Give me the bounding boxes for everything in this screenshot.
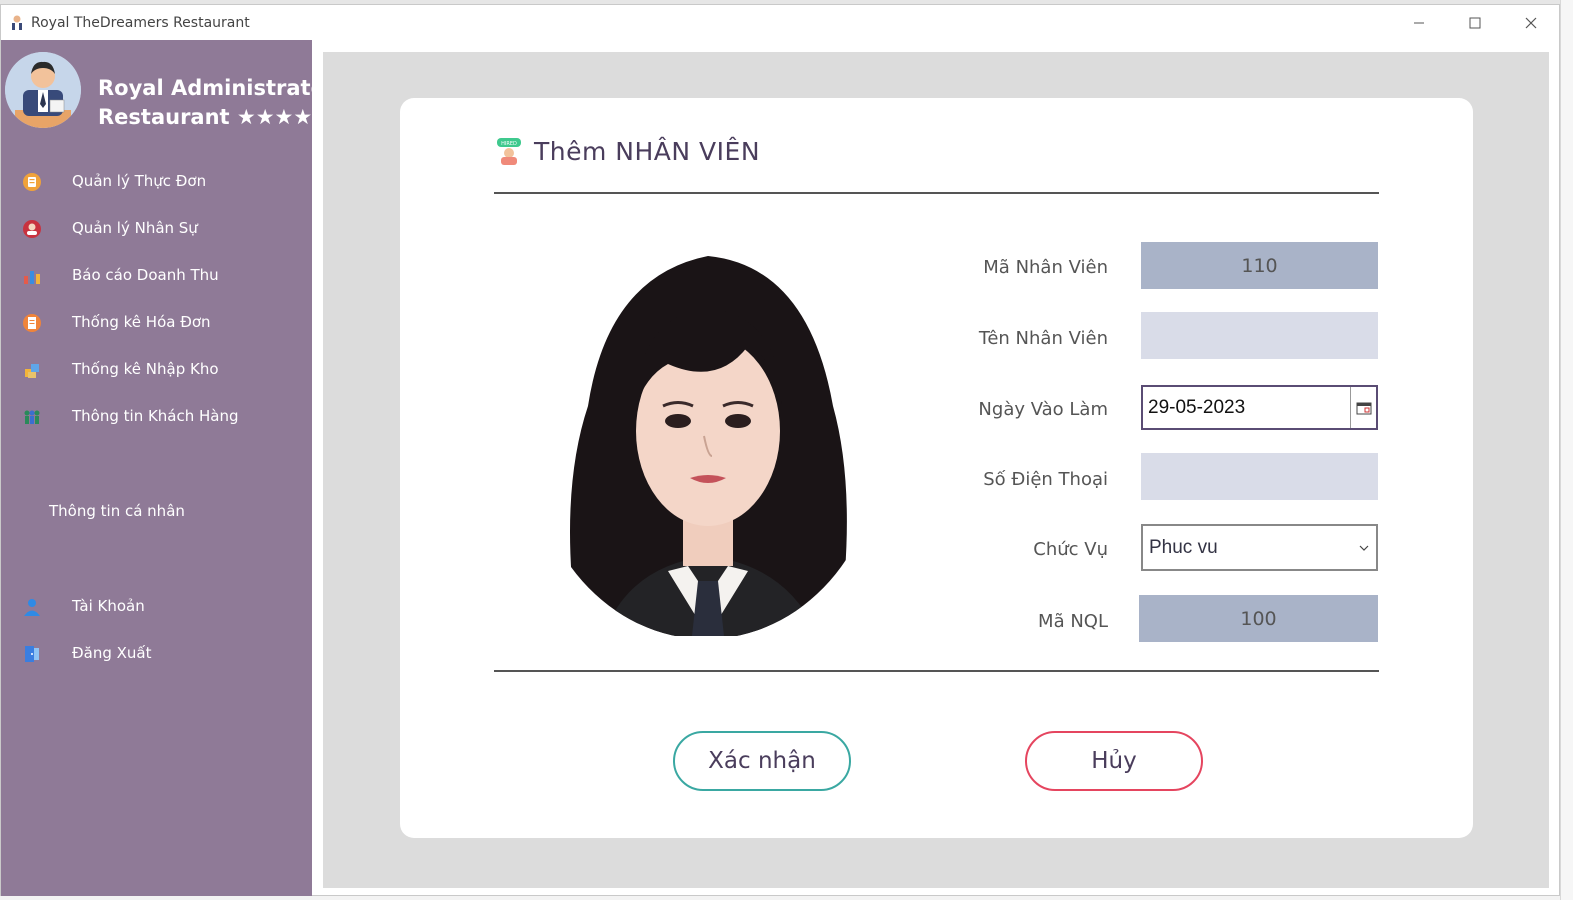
logout-icon	[21, 643, 43, 665]
staff-icon	[21, 218, 43, 240]
window-title: Royal TheDreamers Restaurant	[31, 14, 250, 31]
menu-icon	[21, 171, 43, 193]
svg-text:HIRED: HIRED	[501, 141, 517, 147]
brand-subtitle: Restaurant ★★★★★	[98, 105, 332, 129]
main-area: HIRED Thêm NHÂN VIÊN Mã Nhân Viên 110 Tê…	[323, 52, 1549, 888]
close-button[interactable]	[1503, 5, 1559, 40]
position-label: Chức Vụ	[1033, 539, 1108, 560]
sidebar-item-label: Đăng Xuất	[72, 644, 152, 662]
sidebar-item-label: Tài Khoản	[72, 597, 145, 615]
sidebar-item-label: Báo cáo Doanh Thu	[72, 266, 219, 284]
employee-photo[interactable]	[518, 236, 898, 636]
sidebar-item-menu-management[interactable]: Quản lý Thực Đơn	[1, 161, 312, 201]
title-bar: Royal TheDreamers Restaurant	[1, 5, 1559, 40]
sidebar-item-label: Quản lý Thực Đơn	[72, 172, 207, 190]
sidebar-item-label: Quản lý Nhân Sự	[72, 219, 198, 237]
admin-avatar	[5, 52, 81, 128]
warehouse-icon	[21, 359, 43, 381]
background-app-edge	[1560, 0, 1573, 900]
position-selected-value: Phuc vu	[1149, 536, 1218, 558]
close-icon	[1525, 17, 1537, 28]
position-select[interactable]: Phuc vu	[1141, 524, 1378, 571]
employee-id-label: Mã Nhân Viên	[983, 257, 1108, 278]
personal-section-label: Thông tin cá nhân	[49, 502, 185, 520]
maximize-button[interactable]	[1447, 5, 1503, 40]
brand-title: Royal Administrator	[98, 76, 336, 100]
employee-name-input[interactable]	[1141, 312, 1378, 359]
revenue-chart-icon	[21, 265, 43, 287]
add-employee-card: HIRED Thêm NHÂN VIÊN Mã Nhân Viên 110 Tê…	[400, 98, 1473, 838]
phone-label: Số Điện Thoại	[983, 469, 1108, 490]
phone-input[interactable]	[1141, 453, 1378, 500]
start-date-value: 29-05-2023	[1148, 396, 1246, 418]
sidebar-item-invoice-stats[interactable]: Thống kê Hóa Đơn	[1, 302, 312, 342]
window-controls	[1391, 5, 1559, 40]
confirm-button[interactable]: Xác nhận	[673, 731, 851, 791]
header-divider	[494, 192, 1379, 194]
manager-id-label: Mã NQL	[1038, 611, 1108, 632]
sidebar-item-logout[interactable]: Đăng Xuất	[1, 633, 312, 673]
sidebar-item-account[interactable]: Tài Khoản	[1, 586, 312, 626]
sidebar: Royal Administrator Restaurant ★★★★★ Quả…	[1, 40, 335, 896]
form-title: Thêm NHÂN VIÊN	[534, 136, 761, 166]
calendar-icon	[1356, 402, 1371, 414]
sidebar-item-revenue-report[interactable]: Báo cáo Doanh Thu	[1, 255, 312, 295]
form-header: HIRED Thêm NHÂN VIÊN	[494, 136, 760, 166]
invoice-icon	[21, 312, 43, 334]
app-logo-icon	[9, 15, 25, 31]
phone-field[interactable]	[1141, 453, 1378, 500]
cancel-button[interactable]: Hủy	[1025, 731, 1203, 791]
hired-icon: HIRED	[494, 136, 524, 166]
minimize-button[interactable]	[1391, 5, 1447, 40]
account-icon	[21, 596, 43, 618]
chevron-down-icon	[1352, 545, 1376, 551]
brand-header: Royal Administrator Restaurant ★★★★★	[5, 52, 335, 132]
sidebar-item-label: Thông tin Khách Hàng	[72, 407, 239, 425]
maximize-icon	[1469, 17, 1481, 28]
employee-id-field: 110	[1141, 242, 1378, 289]
employee-name-field[interactable]	[1141, 312, 1378, 359]
customers-icon	[21, 406, 43, 428]
sidebar-item-label: Thống kê Hóa Đơn	[72, 313, 211, 331]
minimize-icon	[1414, 22, 1424, 23]
app-window: Royal TheDreamers Restaurant Royal Admin…	[0, 4, 1560, 896]
footer-divider	[494, 670, 1379, 672]
manager-id-field: 100	[1139, 595, 1378, 642]
start-date-label: Ngày Vào Làm	[978, 399, 1108, 420]
sidebar-item-customer-info[interactable]: Thông tin Khách Hàng	[1, 396, 312, 436]
sidebar-item-staff-management[interactable]: Quản lý Nhân Sự	[1, 208, 312, 248]
sidebar-item-label: Thống kê Nhập Kho	[72, 360, 219, 378]
sidebar-item-warehouse-stats[interactable]: Thống kê Nhập Kho	[1, 349, 312, 389]
start-date-picker[interactable]: 29-05-2023	[1141, 385, 1378, 430]
employee-name-label: Tên Nhân Viên	[978, 328, 1108, 349]
calendar-button[interactable]	[1350, 387, 1376, 428]
